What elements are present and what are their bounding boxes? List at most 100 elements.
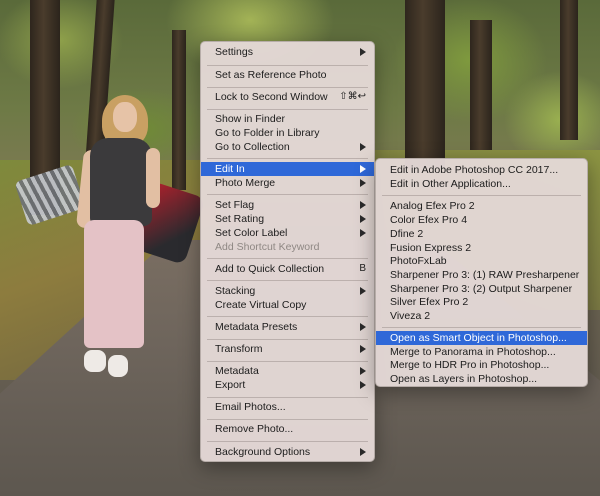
submenu-item-silver-efex[interactable]: Silver Efex Pro 2 bbox=[376, 295, 587, 309]
submenu-arrow-icon bbox=[360, 287, 366, 295]
menu-item-go-to-folder[interactable]: Go to Folder in Library bbox=[201, 126, 374, 140]
menu-item-label: Create Virtual Copy bbox=[215, 299, 307, 311]
menu-item-label: Edit in Adobe Photoshop CC 2017... bbox=[390, 164, 559, 176]
menu-item-transform[interactable]: Transform bbox=[201, 342, 374, 356]
menu-item-label: PhotoFxLab bbox=[390, 255, 447, 267]
menu-item-go-to-collection[interactable]: Go to Collection bbox=[201, 140, 374, 154]
menu-item-add-quick-collection[interactable]: Add to Quick Collection B bbox=[201, 262, 374, 276]
menu-item-show-in-finder[interactable]: Show in Finder bbox=[201, 112, 374, 126]
menu-item-label: Sharpener Pro 3: (2) Output Sharpener bbox=[390, 283, 573, 295]
submenu-item-photofxlab[interactable]: PhotoFxLab bbox=[376, 254, 587, 268]
menu-separator bbox=[207, 419, 368, 420]
menu-separator bbox=[207, 361, 368, 362]
menu-item-photo-merge[interactable]: Photo Merge bbox=[201, 176, 374, 190]
menu-item-label: Analog Efex Pro 2 bbox=[390, 200, 475, 212]
submenu-item-open-smart-object[interactable]: Open as Smart Object in Photoshop... bbox=[376, 331, 587, 345]
golfer-face bbox=[113, 102, 137, 132]
menu-separator bbox=[207, 316, 368, 317]
submenu-item-analog-efex[interactable]: Analog Efex Pro 2 bbox=[376, 199, 587, 213]
submenu-item-dfine[interactable]: Dfine 2 bbox=[376, 227, 587, 241]
menu-item-label: Lock to Second Window bbox=[215, 91, 328, 103]
menu-item-label: Merge to HDR Pro in Photoshop... bbox=[390, 359, 550, 371]
menu-item-label: Transform bbox=[215, 343, 263, 355]
menu-item-settings[interactable]: Settings bbox=[201, 45, 374, 59]
menu-item-label: Show in Finder bbox=[215, 113, 286, 125]
menu-item-label: Set Rating bbox=[215, 213, 265, 225]
context-menu: Settings Set as Reference Photo Lock to … bbox=[200, 41, 375, 462]
golfer-pants bbox=[84, 220, 144, 348]
menu-item-label: Remove Photo... bbox=[215, 423, 294, 435]
menu-item-label: Dfine 2 bbox=[390, 228, 424, 240]
submenu-arrow-icon bbox=[360, 323, 366, 331]
submenu-arrow-icon bbox=[360, 215, 366, 223]
menu-item-set-color-label[interactable]: Set Color Label bbox=[201, 226, 374, 240]
tree-trunk bbox=[470, 20, 492, 150]
submenu-arrow-icon bbox=[360, 229, 366, 237]
tree-trunk bbox=[172, 30, 186, 190]
menu-item-metadata-presets[interactable]: Metadata Presets bbox=[201, 320, 374, 334]
menu-separator bbox=[382, 327, 581, 328]
menu-item-lock-second-window[interactable]: Lock to Second Window ⇧⌘↩ bbox=[201, 90, 374, 104]
submenu-item-color-efex[interactable]: Color Efex Pro 4 bbox=[376, 213, 587, 227]
menu-separator bbox=[207, 194, 368, 195]
submenu-item-open-layers[interactable]: Open as Layers in Photoshop... bbox=[376, 372, 587, 386]
submenu-arrow-icon bbox=[360, 381, 366, 389]
menu-item-label: Viveza 2 bbox=[390, 310, 431, 322]
submenu-item-edit-photoshop[interactable]: Edit in Adobe Photoshop CC 2017... bbox=[376, 163, 587, 177]
menu-separator bbox=[207, 339, 368, 340]
submenu-item-sharpener-output[interactable]: Sharpener Pro 3: (2) Output Sharpener bbox=[376, 282, 587, 296]
menu-item-remove-photo[interactable]: Remove Photo... bbox=[201, 422, 374, 436]
menu-item-label: Merge to Panorama in Photoshop... bbox=[390, 346, 556, 358]
menu-separator bbox=[207, 397, 368, 398]
menu-item-create-virtual-copy[interactable]: Create Virtual Copy bbox=[201, 298, 374, 312]
menu-item-label: Export bbox=[215, 379, 246, 391]
submenu-arrow-icon bbox=[360, 448, 366, 456]
menu-item-label: Set Flag bbox=[215, 199, 255, 211]
submenu-item-edit-other[interactable]: Edit in Other Application... bbox=[376, 177, 587, 191]
menu-item-edit-in[interactable]: Edit In bbox=[201, 162, 374, 176]
menu-item-label: Add Shortcut Keyword bbox=[215, 241, 320, 253]
menu-item-label: Fusion Express 2 bbox=[390, 242, 472, 254]
menu-item-label: Metadata bbox=[215, 365, 259, 377]
menu-item-background-options[interactable]: Background Options bbox=[201, 445, 374, 459]
menu-separator bbox=[207, 280, 368, 281]
menu-separator bbox=[207, 158, 368, 159]
menu-item-set-flag[interactable]: Set Flag bbox=[201, 198, 374, 212]
menu-item-label: Stacking bbox=[215, 285, 256, 297]
edit-in-submenu: Edit in Adobe Photoshop CC 2017... Edit … bbox=[375, 158, 588, 387]
menu-item-label: Set Color Label bbox=[215, 227, 288, 239]
menu-item-label: Open as Smart Object in Photoshop... bbox=[390, 332, 567, 344]
menu-item-metadata[interactable]: Metadata bbox=[201, 364, 374, 378]
menu-separator bbox=[207, 65, 368, 66]
menu-item-set-rating[interactable]: Set Rating bbox=[201, 212, 374, 226]
menu-item-label: Color Efex Pro 4 bbox=[390, 214, 468, 226]
golfer-shoe bbox=[84, 350, 106, 372]
menu-item-email-photos[interactable]: Email Photos... bbox=[201, 400, 374, 414]
submenu-item-sharpener-raw[interactable]: Sharpener Pro 3: (1) RAW Presharpener bbox=[376, 268, 587, 282]
submenu-item-merge-hdr[interactable]: Merge to HDR Pro in Photoshop... bbox=[376, 358, 587, 372]
keyboard-shortcut: ⇧⌘↩ bbox=[339, 91, 366, 102]
menu-item-label: Sharpener Pro 3: (1) RAW Presharpener bbox=[390, 269, 580, 281]
menu-separator bbox=[207, 87, 368, 88]
menu-item-label: Email Photos... bbox=[215, 401, 286, 413]
submenu-arrow-icon bbox=[360, 345, 366, 353]
submenu-item-viveza[interactable]: Viveza 2 bbox=[376, 309, 587, 323]
submenu-arrow-icon bbox=[360, 201, 366, 209]
golfer-shirt bbox=[90, 138, 152, 226]
menu-item-stacking[interactable]: Stacking bbox=[201, 284, 374, 298]
menu-item-set-reference-photo[interactable]: Set as Reference Photo bbox=[201, 68, 374, 82]
menu-separator bbox=[382, 195, 581, 196]
submenu-arrow-icon bbox=[360, 48, 366, 56]
menu-separator bbox=[207, 109, 368, 110]
menu-item-export[interactable]: Export bbox=[201, 378, 374, 392]
menu-item-label: Silver Efex Pro 2 bbox=[390, 296, 469, 308]
submenu-item-merge-panorama[interactable]: Merge to Panorama in Photoshop... bbox=[376, 345, 587, 359]
menu-item-label: Add to Quick Collection bbox=[215, 263, 325, 275]
tree-trunk bbox=[560, 0, 578, 140]
menu-item-label: Edit In bbox=[215, 163, 245, 175]
menu-item-label: Edit in Other Application... bbox=[390, 178, 511, 190]
menu-item-label: Open as Layers in Photoshop... bbox=[390, 373, 538, 385]
golfer-arm bbox=[146, 148, 160, 208]
submenu-item-fusion-express[interactable]: Fusion Express 2 bbox=[376, 241, 587, 255]
submenu-arrow-icon bbox=[360, 179, 366, 187]
